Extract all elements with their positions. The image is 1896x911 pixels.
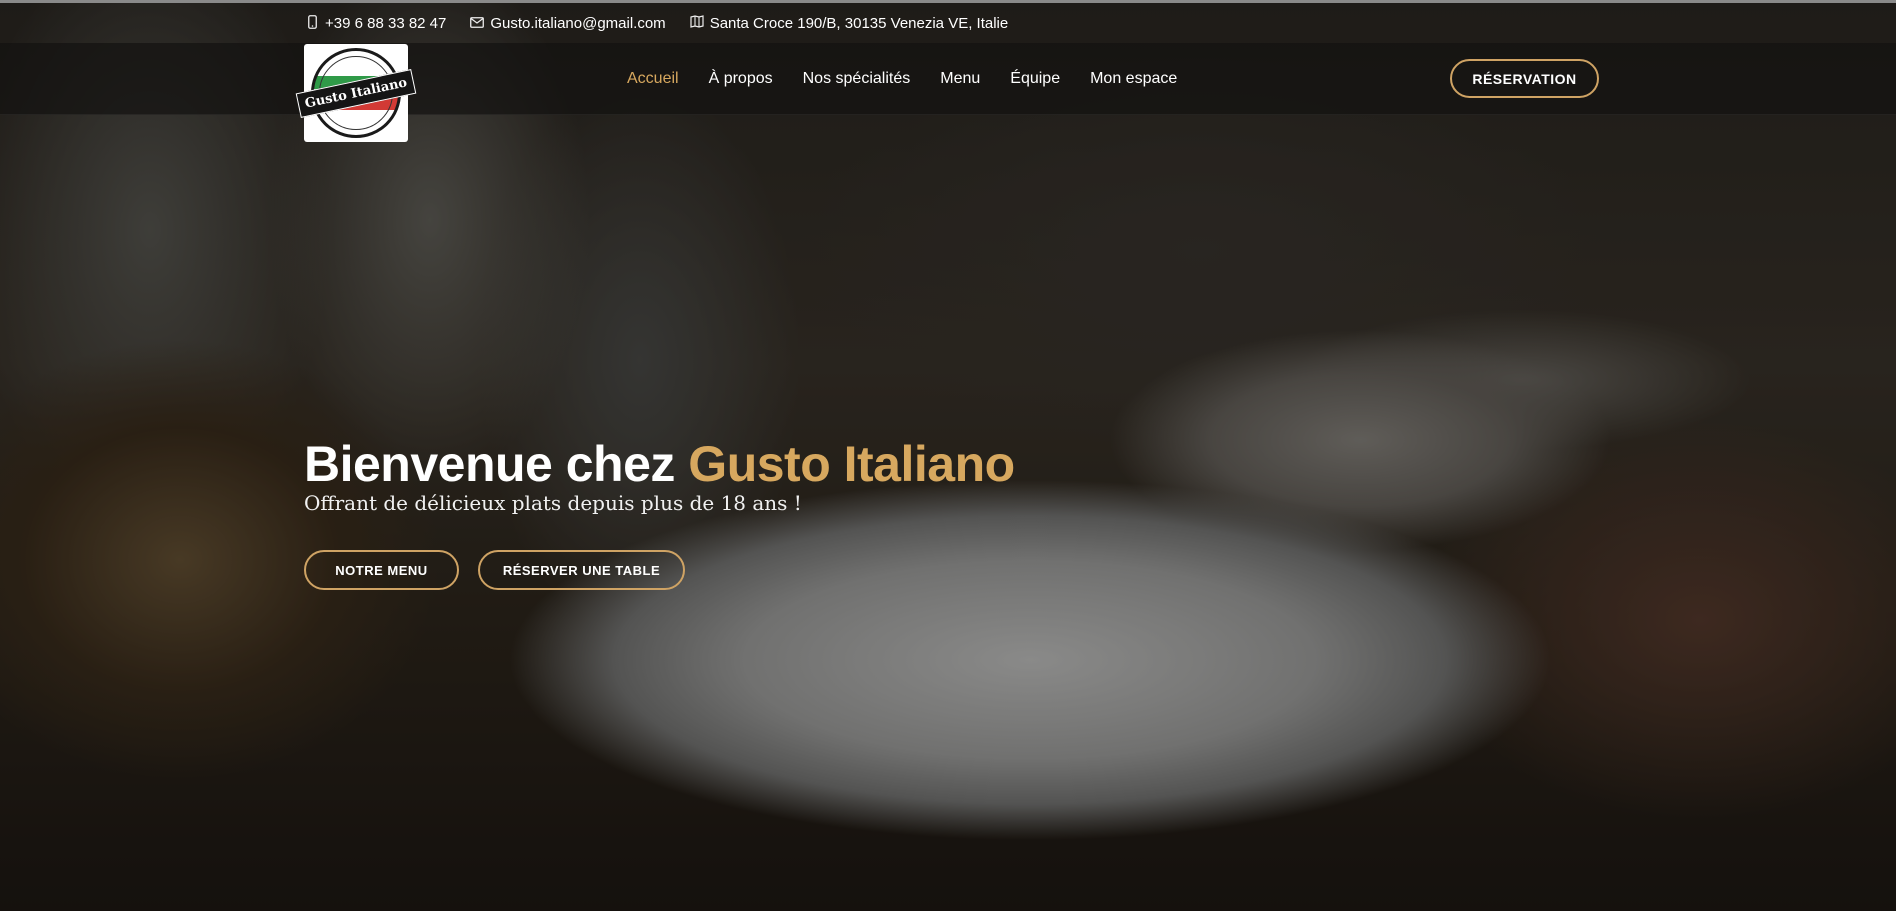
reservation-button[interactable]: RÉSERVATION [1450, 59, 1599, 98]
phone-text: +39 6 88 33 82 47 [325, 14, 447, 32]
hero-title-brand: Gusto Italiano [688, 436, 1015, 492]
nav-item-accueil[interactable]: Accueil [627, 70, 679, 88]
nav-item-a-propos[interactable]: À propos [709, 70, 773, 88]
nav-item-mon-espace[interactable]: Mon espace [1090, 70, 1177, 88]
envelope-icon [470, 16, 485, 31]
map-icon [690, 15, 704, 31]
nav-item-equipe[interactable]: Équipe [1010, 70, 1060, 88]
main-nav: Accueil À propos Nos spécialités Menu Éq… [627, 43, 1177, 115]
nav-item-menu[interactable]: Menu [940, 70, 980, 88]
top-info-bar: +39 6 88 33 82 47 Gusto.italiano@gmail.c… [0, 0, 1896, 43]
contact-address[interactable]: Santa Croce 190/B, 30135 Venezia VE, Ita… [690, 14, 1009, 32]
hero-title: Bienvenue chez Gusto Italiano [304, 435, 1015, 493]
logo-seal: Gusto Italiano [295, 48, 417, 138]
contact-email[interactable]: Gusto.italiano@gmail.com [470, 14, 666, 32]
address-text: Santa Croce 190/B, 30135 Venezia VE, Ita… [709, 14, 1009, 32]
our-menu-button[interactable]: NOTRE MENU [304, 550, 459, 590]
site-logo[interactable]: Gusto Italiano [295, 44, 417, 142]
email-text: Gusto.italiano@gmail.com [490, 14, 666, 32]
hero-title-prefix: Bienvenue chez [304, 436, 689, 492]
nav-item-specialites[interactable]: Nos spécialités [803, 70, 911, 88]
logo-text: Gusto Italiano [295, 68, 417, 118]
contact-phone[interactable]: +39 6 88 33 82 47 [305, 15, 446, 32]
book-table-button[interactable]: RÉSERVER UNE TABLE [478, 550, 685, 590]
phone-icon [305, 14, 319, 32]
hero-subtitle: Offrant de délicieux plats depuis plus d… [304, 491, 802, 515]
